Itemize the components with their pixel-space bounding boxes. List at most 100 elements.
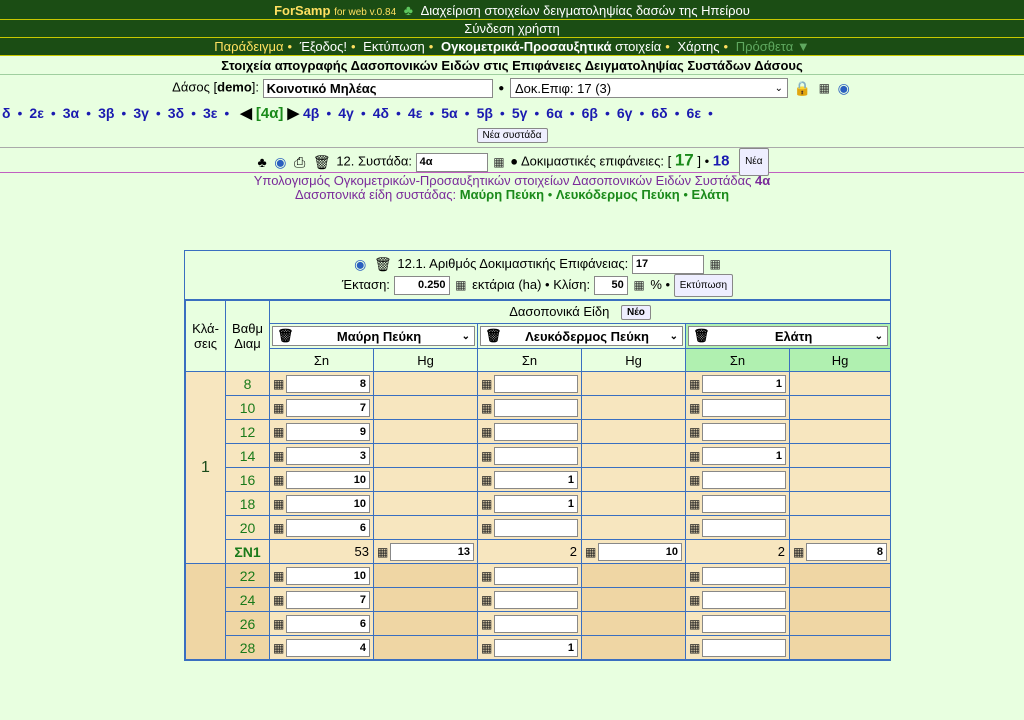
count-input[interactable] xyxy=(702,590,786,609)
print-button[interactable]: Εκτύπωση xyxy=(673,274,734,298)
count-input[interactable]: 13 xyxy=(390,542,474,561)
grid-icon[interactable]: ▦ xyxy=(481,377,492,391)
stand-link[interactable]: 6δ xyxy=(651,105,667,121)
count-input[interactable]: 1 xyxy=(494,470,578,489)
count-input[interactable] xyxy=(494,446,578,465)
count-input[interactable]: 1 xyxy=(702,446,786,465)
count-input[interactable] xyxy=(702,398,786,417)
species-link[interactable]: Ελάτη xyxy=(692,187,729,202)
stand-link[interactable]: 5γ xyxy=(512,105,528,121)
new-plot-button[interactable]: Νέα xyxy=(739,148,769,176)
menu-example[interactable]: Παράδειγμα xyxy=(214,39,283,54)
plot-select[interactable]: Δοκ.Επιφ: 17 (3) ⌄ xyxy=(509,78,788,98)
globe-icon[interactable]: ◉ xyxy=(274,150,286,174)
next-stand-icon[interactable]: ▶ xyxy=(287,105,299,122)
grid-icon[interactable]: ▦ xyxy=(481,473,492,487)
count-input[interactable] xyxy=(702,566,786,585)
count-input[interactable]: 1 xyxy=(494,638,578,657)
grid-icon[interactable]: ▦ xyxy=(273,617,284,631)
count-input[interactable] xyxy=(494,422,578,441)
grid-icon[interactable]: ▦ xyxy=(585,545,596,559)
grid-icon[interactable]: ▦ xyxy=(689,449,700,463)
grid-icon[interactable]: ▦ xyxy=(481,617,492,631)
grid-icon[interactable]: ▦ xyxy=(481,449,492,463)
count-input[interactable] xyxy=(494,590,578,609)
grid-icon[interactable]: ▦ xyxy=(481,497,492,511)
stand-link[interactable]: 4γ xyxy=(338,105,354,121)
stand-link[interactable]: 3α xyxy=(63,105,79,121)
count-input[interactable]: 10 xyxy=(286,566,370,585)
stand-link[interactable]: 4δ xyxy=(373,105,389,121)
stand-input[interactable]: 4α xyxy=(415,152,488,172)
grid-icon[interactable]: ▦ xyxy=(710,255,721,274)
count-input[interactable] xyxy=(702,494,786,513)
grid-icon[interactable]: ▦ xyxy=(481,425,492,439)
count-input[interactable]: 4 xyxy=(286,638,370,657)
menu-map[interactable]: Χάρτης xyxy=(677,39,719,54)
grid-icon[interactable]: ▦ xyxy=(689,401,700,415)
count-input[interactable]: 8 xyxy=(286,374,370,393)
grid-icon[interactable]: ▦ xyxy=(273,593,284,607)
stand-link[interactable]: 2ε xyxy=(29,105,43,121)
menu-extra[interactable]: Πρόσθετα ▼ xyxy=(736,39,810,54)
new-stand-button[interactable]: Νέα συστάδα xyxy=(476,128,548,144)
grid-icon[interactable]: ▦ xyxy=(273,641,284,655)
grid-icon[interactable]: ▦ xyxy=(689,569,700,583)
grid-icon[interactable]: ▦ xyxy=(273,473,284,487)
login-link[interactable]: Σύνδεση χρήστη xyxy=(464,21,559,36)
trash-icon[interactable]: 🗑 xyxy=(693,328,710,344)
stand-link[interactable]: 5β xyxy=(477,105,493,121)
slope-input[interactable]: 50 xyxy=(593,276,628,296)
area-input[interactable]: 0.250 xyxy=(393,276,450,296)
lock-icon[interactable]: 🔒 xyxy=(794,80,811,97)
plot-count[interactable]: 18 xyxy=(713,152,730,169)
stand-link[interactable]: 3δ xyxy=(168,105,184,121)
count-input[interactable] xyxy=(702,470,786,489)
count-input[interactable]: 10 xyxy=(598,542,682,561)
grid-icon[interactable]: ▦ xyxy=(273,401,284,415)
current-plot[interactable]: 17 xyxy=(675,150,694,169)
stand-link[interactable]: δ xyxy=(2,105,11,121)
grid-icon[interactable]: ▦ xyxy=(689,521,700,535)
grid-icon[interactable]: ▦ xyxy=(273,497,284,511)
grid-icon[interactable]: ▦ xyxy=(273,377,284,391)
grid-icon[interactable]: ▦ xyxy=(481,593,492,607)
grid-icon[interactable]: ▦ xyxy=(481,521,492,535)
menu-volumetric[interactable]: Ογκομετρικά-Προσαυξητικά xyxy=(441,39,612,54)
grid-icon[interactable]: ▦ xyxy=(819,81,830,95)
grid-icon[interactable]: ▦ xyxy=(273,449,284,463)
stand-link[interactable]: 6α xyxy=(546,105,562,121)
count-input[interactable] xyxy=(702,614,786,633)
trash-icon[interactable]: 🗑 xyxy=(313,150,331,174)
grid-icon[interactable]: ▦ xyxy=(793,545,804,559)
count-input[interactable]: 7 xyxy=(286,590,370,609)
count-input[interactable] xyxy=(494,518,578,537)
grid-icon[interactable]: ▦ xyxy=(689,497,700,511)
count-input[interactable]: 1 xyxy=(702,374,786,393)
grid-icon[interactable]: ▦ xyxy=(633,276,644,295)
plot-number-input[interactable]: 17 xyxy=(631,255,704,275)
species-select[interactable]: 🗑 Μαύρη Πεύκη ⌄ xyxy=(272,326,475,347)
count-input[interactable] xyxy=(494,614,578,633)
grid-icon[interactable]: ▦ xyxy=(481,641,492,655)
grid-icon[interactable]: ▦ xyxy=(689,617,700,631)
count-input[interactable]: 6 xyxy=(286,614,370,633)
trash-icon[interactable]: 🗑 xyxy=(374,255,392,274)
globe-icon[interactable]: ◉ xyxy=(354,255,366,274)
count-input[interactable] xyxy=(702,638,786,657)
count-input[interactable]: 1 xyxy=(494,494,578,513)
stand-link[interactable]: 5α xyxy=(441,105,457,121)
grid-icon[interactable]: ▦ xyxy=(689,473,700,487)
grid-icon[interactable]: ▦ xyxy=(455,276,466,295)
count-input[interactable]: 3 xyxy=(286,446,370,465)
grid-icon[interactable]: ▦ xyxy=(273,425,284,439)
stand-link[interactable]: 3ε xyxy=(203,105,217,121)
printer-icon[interactable]: ⎙ xyxy=(294,150,305,174)
grid-icon[interactable]: ▦ xyxy=(273,569,284,583)
stand-link[interactable]: 6γ xyxy=(617,105,633,121)
grid-icon[interactable]: ▦ xyxy=(689,641,700,655)
species-select[interactable]: 🗑 Ελάτη ⌄ xyxy=(688,326,889,347)
count-input[interactable] xyxy=(494,566,578,585)
species-select[interactable]: 🗑 Λευκόδερμος Πεύκη ⌄ xyxy=(480,326,683,347)
globe-icon[interactable]: ◉ xyxy=(838,80,850,97)
